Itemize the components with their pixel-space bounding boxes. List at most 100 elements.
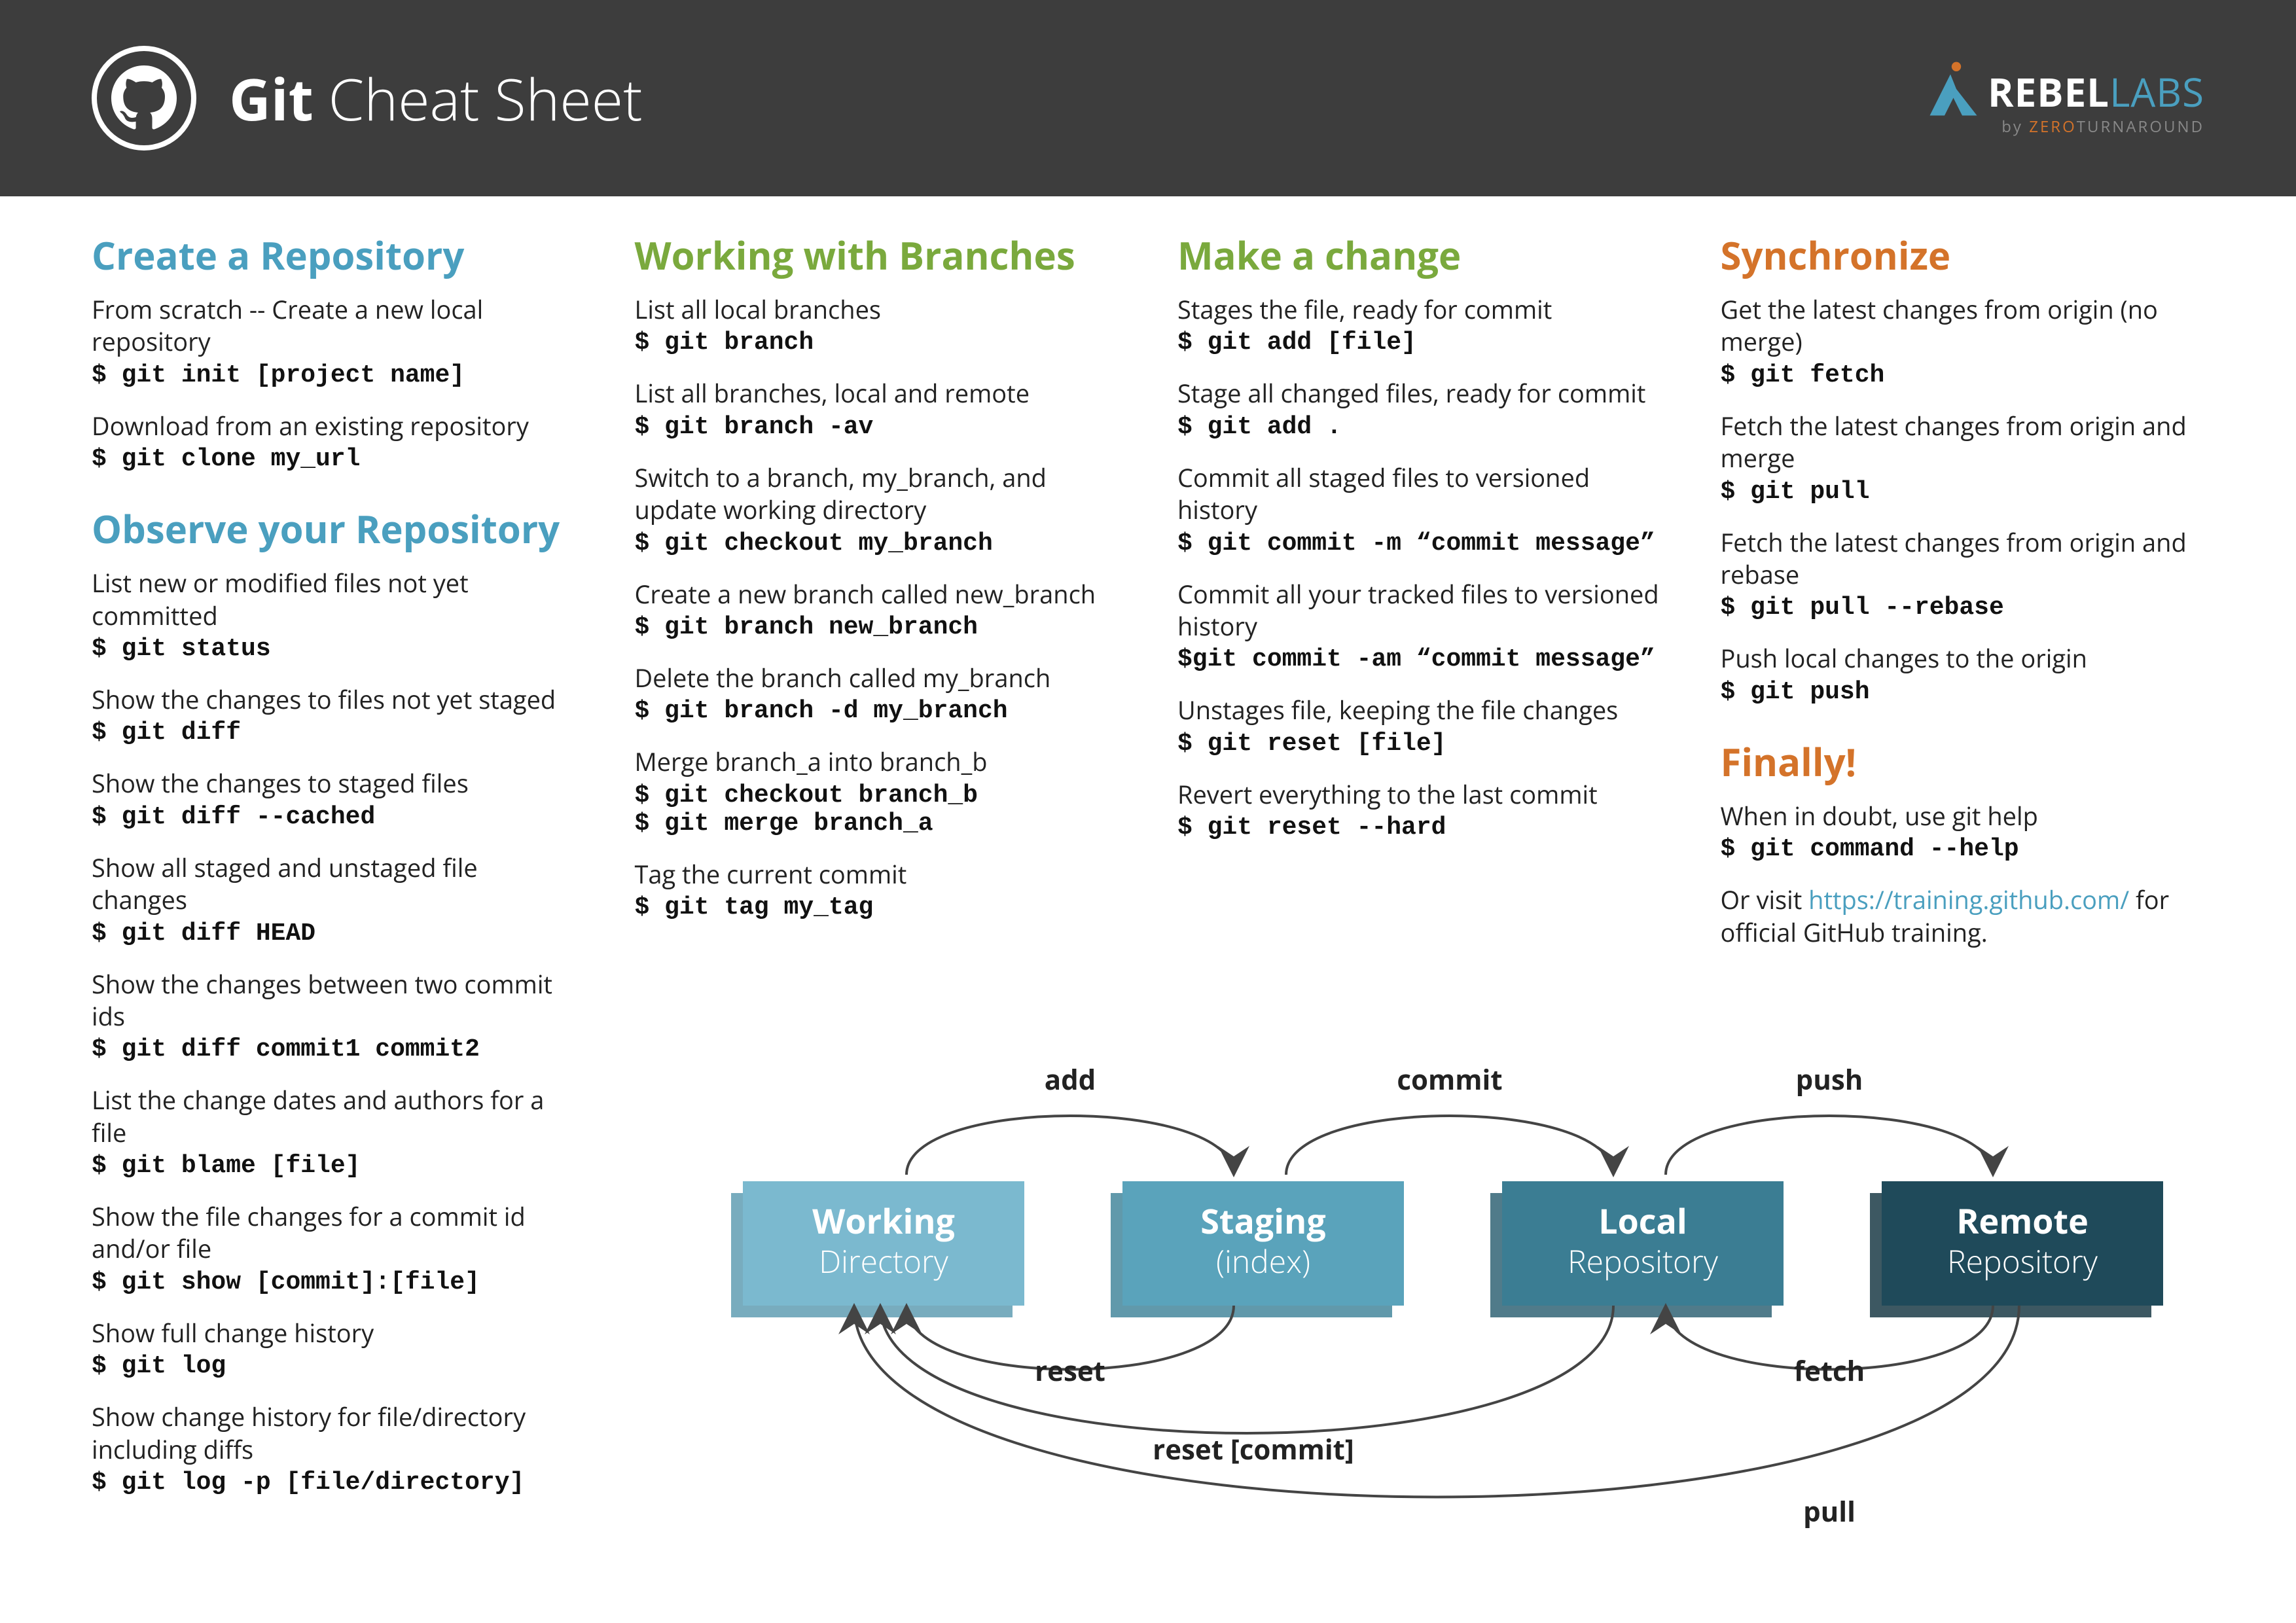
- command-description: List all branches, local and remote: [635, 378, 1119, 410]
- diagram-box-remote: RemoteRepository: [1870, 1181, 2163, 1317]
- command-item: From scratch -- Create a new local repos…: [92, 294, 576, 389]
- command-description: Show the changes to staged files: [92, 768, 576, 800]
- svg-text:Repository: Repository: [1568, 1240, 1719, 1283]
- command-description: Commit all your tracked files to version…: [1177, 579, 1662, 643]
- command-item: Commit all your tracked files to version…: [1177, 579, 1662, 674]
- command-item: Show the file changes for a commit id an…: [92, 1201, 576, 1296]
- command-code: $ git pull --rebase: [1721, 594, 2205, 622]
- training-link[interactable]: https://training.github.com/: [1808, 883, 2129, 917]
- section-branches: Working with Branches: [635, 229, 1119, 281]
- command-code: $ git diff HEAD: [92, 919, 576, 948]
- command-description: Commit all staged files to versioned his…: [1177, 462, 1662, 527]
- command-item: Fetch the latest changes from origin and…: [1721, 410, 2205, 506]
- command-description: Show all staged and unstaged file change…: [92, 852, 576, 917]
- command-item: Show full change history$ git log: [92, 1317, 576, 1380]
- command-item: Delete the branch called my_branch$ git …: [635, 662, 1119, 725]
- command-description: Delete the branch called my_branch: [635, 662, 1119, 694]
- command-description: Download from an existing repository: [92, 410, 576, 442]
- command-code: $ git checkout branch_b $ git merge bran…: [635, 781, 1119, 838]
- command-item: Merge branch_a into branch_b$ git checko…: [635, 746, 1119, 837]
- command-code: $ git add [file]: [1177, 329, 1662, 357]
- command-code: $ git branch -av: [635, 413, 1119, 441]
- command-code: $ git clone my_url: [92, 445, 576, 473]
- svg-text:Staging: Staging: [1200, 1198, 1325, 1244]
- section-observe-repo: Observe your Repository: [92, 503, 576, 554]
- section-make-change: Make a change: [1177, 229, 1662, 281]
- svg-text:Local: Local: [1598, 1198, 1687, 1244]
- command-description: From scratch -- Create a new local repos…: [92, 294, 576, 359]
- command-item: Show the changes to staged files$ git di…: [92, 768, 576, 830]
- command-code: $ git log -p [file/directory]: [92, 1469, 576, 1497]
- command-description: Switch to a branch, my_branch, and updat…: [635, 462, 1119, 527]
- command-item: Show the changes between two commit ids$…: [92, 969, 576, 1064]
- command-description: Stage all changed files, ready for commi…: [1177, 378, 1662, 410]
- command-description: Revert everything to the last commit: [1177, 779, 1662, 811]
- command-item: Commit all staged files to versioned his…: [1177, 462, 1662, 558]
- command-item: Stages the file, ready for commit $ git a…: [1177, 294, 1662, 357]
- command-description: Fetch the latest changes from origin and…: [1721, 527, 2205, 592]
- command-code: $ git commit -m “commit message”: [1177, 529, 1662, 558]
- command-item: Tag the current commit$ git tag my_tag: [635, 859, 1119, 921]
- command-code: $ git fetch: [1721, 361, 2205, 389]
- arrow-add: add: [1045, 1061, 1096, 1098]
- command-code: $ git status: [92, 635, 576, 663]
- command-description: Tag the current commit: [635, 859, 1119, 891]
- arrow-fetch: fetch: [1794, 1352, 1865, 1389]
- section-finally: Finally!: [1721, 736, 2205, 787]
- command-code: $ git reset --hard: [1177, 813, 1662, 842]
- arrow-push: push: [1796, 1061, 1863, 1098]
- command-item: Revert everything to the last commit$ gi…: [1177, 779, 1662, 842]
- command-description: Stages the file, ready for commit: [1177, 294, 1662, 326]
- column-1: Create a Repository From scratch -- Crea…: [92, 229, 576, 1518]
- command-item: List all local branches $ git branch: [635, 294, 1119, 357]
- command-item: List the change dates and authors for a …: [92, 1084, 576, 1180]
- command-description: Unstages file, keeping the file changes: [1177, 694, 1662, 726]
- command-item: List new or modified files not yet commi…: [92, 567, 576, 663]
- command-code: $ git branch: [635, 329, 1119, 357]
- svg-text:(index): (index): [1216, 1240, 1310, 1283]
- command-description: Show change history for file/directory i…: [92, 1401, 576, 1466]
- command-item: Show all staged and unstaged file change…: [92, 852, 576, 948]
- diagram-box-local: LocalRepository: [1490, 1181, 1784, 1317]
- command-item: Create a new branch called new_branch$ g…: [635, 579, 1119, 641]
- arrow-pull: pull: [1803, 1493, 1856, 1530]
- rebellabs-logo: REBELLABS by ZEROTURNAROUND: [1921, 60, 2204, 137]
- github-icon: [92, 46, 196, 151]
- command-item: Unstages file, keeping the file changes$…: [1177, 694, 1662, 757]
- command-code: $ git checkout my_branch: [635, 529, 1119, 558]
- svg-text:Remote: Remote: [1956, 1198, 2089, 1244]
- svg-text:Working: Working: [812, 1198, 955, 1244]
- logo-text: REBELLABS: [1988, 65, 2204, 118]
- command-description: Show the file changes for a commit id an…: [92, 1201, 576, 1266]
- command-item: Switch to a branch, my_branch, and updat…: [635, 462, 1119, 558]
- command-code: $ git diff: [92, 719, 576, 747]
- command-code: $ git tag my_tag: [635, 893, 1119, 921]
- command-code: $git commit -am “commit message”: [1177, 645, 1662, 673]
- command-description: Get the latest changes from origin (no m…: [1721, 294, 2205, 359]
- command-item: Show the changes to files not yet staged…: [92, 684, 576, 747]
- header-left: Git Cheat Sheet: [92, 46, 643, 151]
- command-code: $ git init [project name]: [92, 361, 576, 389]
- page-header: Git Cheat Sheet REBELLABS by ZEROTURNARO…: [0, 0, 2296, 196]
- command-item: Fetch the latest changes from origin and…: [1721, 527, 2205, 622]
- section-create-repo: Create a Repository: [92, 229, 576, 281]
- command-description: List new or modified files not yet commi…: [92, 567, 576, 632]
- command-item: Push local changes to the origin$ git pu…: [1721, 643, 2205, 705]
- command-item: Get the latest changes from origin (no m…: [1721, 294, 2205, 389]
- logo-subtitle: by ZEROTURNAROUND: [1921, 116, 2204, 137]
- command-code: $ git blame [file]: [92, 1152, 576, 1180]
- command-code: $ git show [commit]:[file]: [92, 1268, 576, 1296]
- command-code: $ git diff commit1 commit2: [92, 1035, 576, 1063]
- arrow-commit: commit: [1397, 1061, 1502, 1098]
- section-synchronize: Synchronize: [1721, 229, 2205, 281]
- command-description: Push local changes to the origin: [1721, 643, 2205, 675]
- page-title: Git Cheat Sheet: [229, 59, 643, 137]
- command-item: Download from an existing repository $ gi…: [92, 410, 576, 473]
- command-description: Merge branch_a into branch_b: [635, 746, 1119, 778]
- finally-desc: When in doubt, use git help: [1721, 800, 2205, 832]
- command-description: Show full change history: [92, 1317, 576, 1349]
- command-code: $ git branch new_branch: [635, 613, 1119, 641]
- command-description: List all local branches: [635, 294, 1119, 326]
- finally-cmd: $ git command --help: [1721, 835, 2205, 863]
- command-description: Fetch the latest changes from origin and…: [1721, 410, 2205, 475]
